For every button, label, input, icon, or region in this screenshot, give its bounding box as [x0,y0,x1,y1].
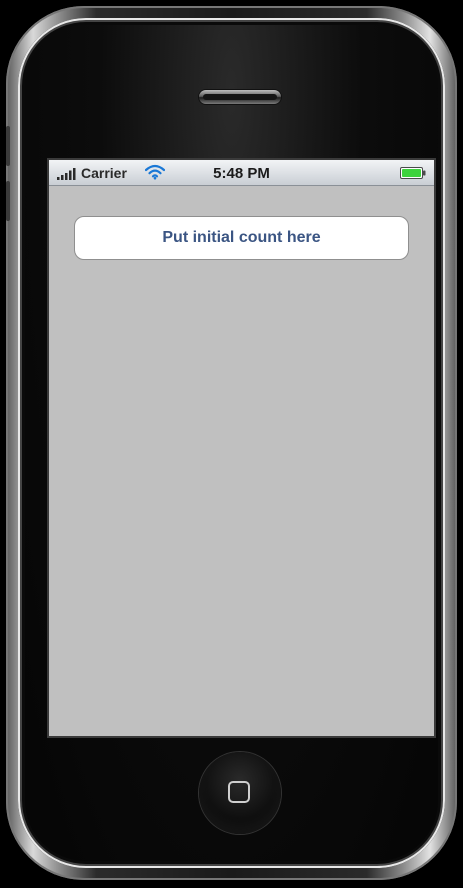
status-bar: Carrier 5:48 PM [49,160,434,186]
status-time: 5:48 PM [213,165,270,182]
volume-down-button [6,181,10,221]
volume-up-button [6,126,10,166]
simulator-stage: Carrier 5:48 PM Put initial count here [0,0,463,888]
app-content: Put initial count here [49,186,434,736]
earpiece-speaker [199,90,281,104]
device-screen: Carrier 5:48 PM Put initial count here [47,158,436,738]
home-button[interactable] [199,752,281,834]
home-square-icon [228,781,250,803]
battery-icon [400,167,426,179]
initial-count-button[interactable]: Put initial count here [74,216,409,260]
